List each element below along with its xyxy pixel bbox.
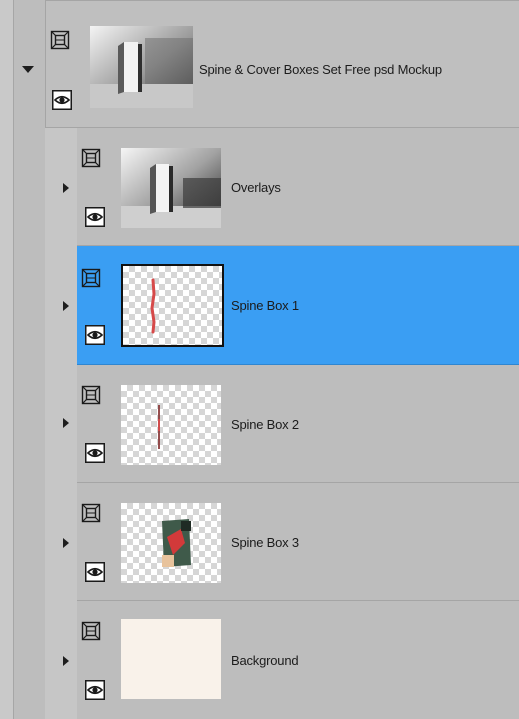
- expand-layer-icon[interactable]: [63, 301, 69, 311]
- eye-icon[interactable]: [85, 562, 105, 582]
- layer-group-row[interactable]: Spine & Cover Boxes Set Free psd Mockup: [0, 0, 519, 128]
- collapse-group-icon[interactable]: [22, 66, 34, 73]
- layer-thumbnail-overlays: [121, 148, 221, 228]
- expand-layer-icon[interactable]: [63, 538, 69, 548]
- expand-layer-icon[interactable]: [63, 183, 69, 193]
- expand-layer-icon[interactable]: [63, 418, 69, 428]
- layer-thumbnail-spine-box-3: [121, 503, 221, 583]
- layer-row-spine-box-3[interactable]: Spine Box 3: [0, 483, 519, 601]
- frame-lock-icon[interactable]: [81, 503, 101, 523]
- layer-row-spine-box-1[interactable]: Spine Box 1: [0, 246, 519, 365]
- eye-icon[interactable]: [85, 680, 105, 700]
- frame-lock-icon[interactable]: [81, 621, 101, 641]
- layer-thumbnail-spine-box-1: [121, 264, 224, 347]
- layers-panel: Spine & Cover Boxes Set Free psd Mockup …: [0, 0, 519, 719]
- layer-name: Overlays: [231, 180, 281, 195]
- frame-lock-icon[interactable]: [81, 148, 101, 168]
- layer-thumbnail-background: [121, 619, 221, 699]
- layer-name: Spine Box 3: [231, 535, 299, 550]
- frame-lock-icon[interactable]: [50, 30, 70, 50]
- eye-icon[interactable]: [52, 90, 72, 110]
- eye-icon[interactable]: [85, 207, 105, 227]
- eye-icon[interactable]: [85, 325, 105, 345]
- layer-row-background[interactable]: Background: [0, 601, 519, 719]
- layer-thumbnail-spine-box-2: [121, 385, 221, 465]
- layer-name: Spine Box 2: [231, 417, 299, 432]
- layer-name: Background: [231, 653, 299, 668]
- frame-lock-icon[interactable]: [81, 268, 101, 288]
- group-thumbnail: [90, 26, 193, 108]
- layer-row-overlays[interactable]: Overlays: [0, 128, 519, 246]
- layer-row-spine-box-2[interactable]: Spine Box 2: [0, 365, 519, 483]
- layer-name: Spine Box 1: [231, 298, 299, 313]
- frame-lock-icon[interactable]: [81, 385, 101, 405]
- expand-layer-icon[interactable]: [63, 656, 69, 666]
- group-name: Spine & Cover Boxes Set Free psd Mockup: [199, 62, 442, 77]
- eye-icon[interactable]: [85, 443, 105, 463]
